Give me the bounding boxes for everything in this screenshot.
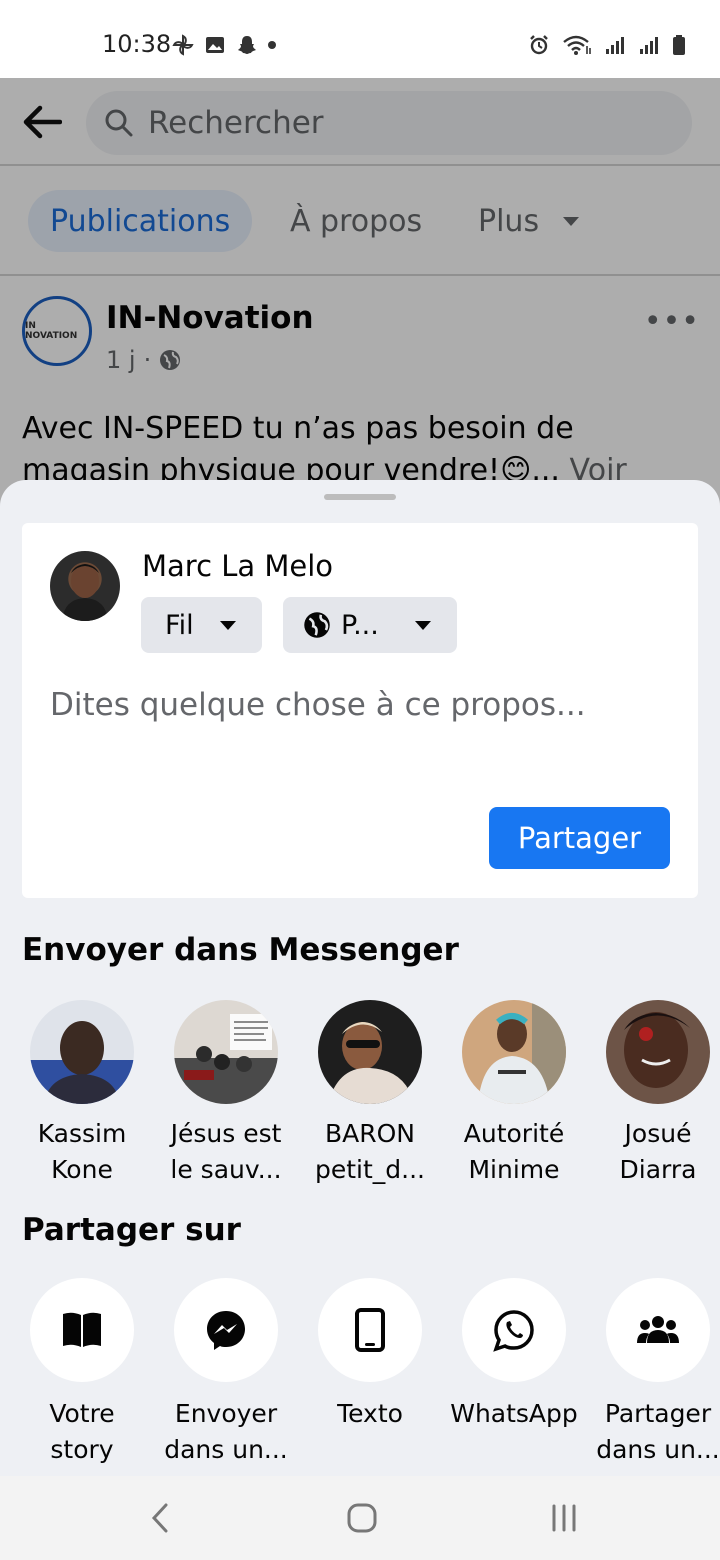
- avatar: [318, 1000, 422, 1104]
- share-label: Texto: [337, 1399, 403, 1428]
- contact-name: Jésus est le sauv...: [170, 1119, 282, 1184]
- share-in-group[interactable]: Partager dans un...: [588, 1278, 720, 1468]
- share-text-input[interactable]: Dites quelque chose à ce propos...: [50, 687, 586, 723]
- share-composer: Marc La Melo Fil P... Dites quelque chos…: [22, 523, 698, 898]
- status-right-icons: [528, 34, 686, 56]
- share-circle: [462, 1278, 566, 1382]
- user-name: Marc La Melo: [142, 549, 334, 583]
- contact-name: Josué Diarra: [619, 1119, 697, 1184]
- share-label: Envoyer dans un...: [164, 1399, 288, 1464]
- signal-icon: [604, 34, 626, 56]
- share-sheet: Marc La Melo Fil P... Dites quelque chos…: [0, 480, 720, 1476]
- globe-icon: [304, 612, 330, 638]
- group-icon: [637, 1316, 679, 1343]
- sheet-handle[interactable]: [324, 494, 396, 500]
- contact-name: BARON petit_d...: [314, 1119, 425, 1184]
- contact-name: Kassim Kone: [37, 1119, 127, 1184]
- share-on-section-title: Partager sur: [22, 1212, 241, 1248]
- wifi-icon: [562, 34, 592, 56]
- contact-name: Autorité Minime: [463, 1119, 565, 1184]
- messenger-contacts: Kassim Kone Jésus est le sauv... BARON peti…: [0, 1000, 720, 1190]
- alarm-icon: [528, 34, 550, 56]
- system-nav-bar: [0, 1476, 720, 1560]
- avatar: [30, 1000, 134, 1104]
- share-send-in-messenger[interactable]: Envoyer dans un...: [156, 1278, 296, 1468]
- nav-home-button[interactable]: [332, 1492, 392, 1544]
- contact-josue-diarra[interactable]: Josué Diarra: [588, 1000, 720, 1188]
- share-label: WhatsApp: [450, 1399, 578, 1428]
- share-button[interactable]: Partager: [489, 807, 670, 869]
- contact-baron-petit-d[interactable]: BARON petit_d...: [300, 1000, 440, 1188]
- share-label: Partager dans un...: [596, 1399, 720, 1464]
- share-your-story[interactable]: Votre story: [12, 1278, 152, 1468]
- avatar: [462, 1000, 566, 1104]
- chevron-down-icon: [415, 621, 431, 630]
- avatar: [50, 551, 120, 621]
- whatsapp-icon: [493, 1310, 534, 1352]
- share-whatsapp[interactable]: WhatsApp: [444, 1278, 584, 1432]
- pinwheel-icon: [172, 34, 194, 56]
- status-bar: 10:38: [0, 0, 720, 78]
- phone-icon: [355, 1308, 385, 1352]
- destination-selector[interactable]: Fil: [141, 597, 262, 653]
- avatar: [174, 1000, 278, 1104]
- status-left-icons: [172, 34, 276, 56]
- avatar: [606, 1000, 710, 1104]
- share-circle: [30, 1278, 134, 1382]
- dot-icon: [268, 41, 276, 49]
- share-sms[interactable]: Texto: [300, 1278, 440, 1432]
- battery-icon: [672, 34, 686, 56]
- contact-jesus-est-le-sauv[interactable]: Jésus est le sauv...: [156, 1000, 296, 1188]
- privacy-selector[interactable]: P...: [283, 597, 457, 653]
- home-icon: [347, 1503, 377, 1533]
- chevron-down-icon: [220, 621, 236, 630]
- share-circle: [318, 1278, 422, 1382]
- nav-recents-button[interactable]: [534, 1492, 594, 1544]
- chevron-left-icon: [151, 1503, 168, 1533]
- messenger-icon: [207, 1311, 245, 1350]
- nav-back-button[interactable]: [130, 1492, 190, 1544]
- gallery-icon: [204, 34, 226, 56]
- status-time: 10:38: [102, 30, 172, 58]
- recents-icon: [552, 1504, 576, 1532]
- share-label: Votre story: [49, 1399, 115, 1464]
- share-circle: [606, 1278, 710, 1382]
- share-targets: Votre story Envoyer dans un... Texto Whats…: [0, 1278, 720, 1468]
- book-icon: [63, 1312, 101, 1347]
- signal-icon: [638, 34, 660, 56]
- messenger-section-title: Envoyer dans Messenger: [22, 932, 459, 968]
- contact-autorite-minime[interactable]: Autorité Minime: [444, 1000, 584, 1188]
- destination-label: Fil: [165, 609, 194, 641]
- contact-kassim-kone[interactable]: Kassim Kone: [12, 1000, 152, 1188]
- privacy-label: P...: [341, 609, 379, 641]
- share-circle: [174, 1278, 278, 1382]
- snapchat-icon: [236, 34, 258, 56]
